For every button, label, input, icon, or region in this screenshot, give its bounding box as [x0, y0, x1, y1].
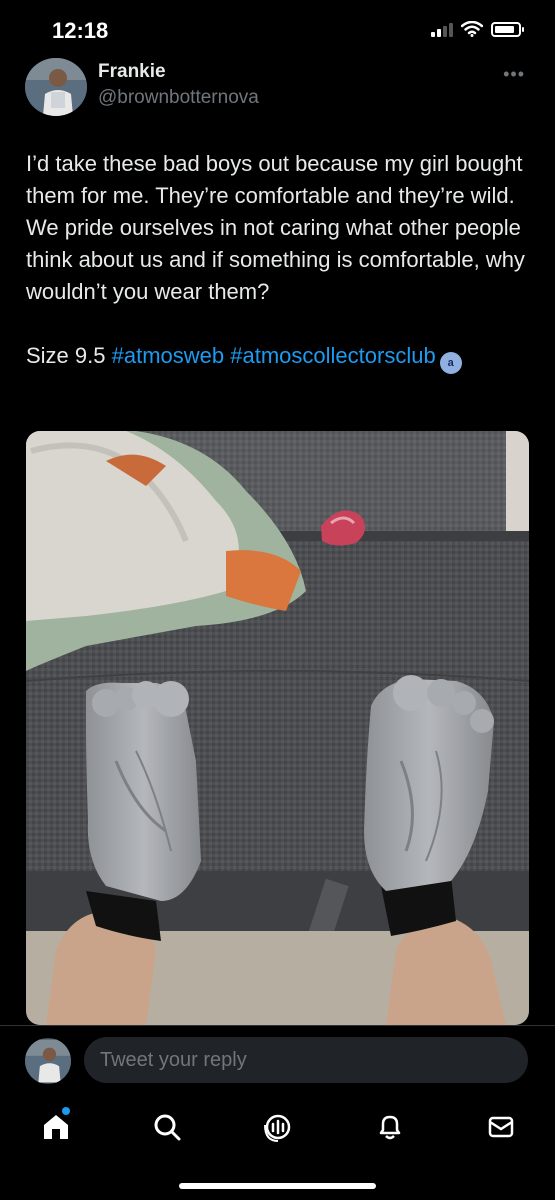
user-avatar[interactable]	[25, 1038, 71, 1084]
status-icons	[431, 21, 524, 37]
messages-icon	[488, 1116, 514, 1138]
home-indicator[interactable]	[179, 1183, 376, 1189]
status-time: 12:18	[52, 18, 109, 43]
more-options-icon[interactable]: •••	[503, 64, 525, 85]
nav-search[interactable]	[143, 1107, 191, 1147]
battery-icon	[491, 21, 524, 37]
tweet-size-line: Size 9.5 #atmosweb #atmoscollectorsclub a	[26, 340, 526, 374]
battery-level	[495, 25, 514, 33]
author-name[interactable]: Frankie	[98, 61, 166, 83]
home-notification-dot	[62, 1107, 70, 1115]
status-bar: 12:18	[0, 0, 555, 62]
search-icon	[154, 1114, 181, 1141]
spaces-icon	[264, 1114, 291, 1142]
notifications-icon	[379, 1115, 401, 1140]
nav-messages[interactable]	[477, 1107, 525, 1147]
nav-spaces[interactable]	[254, 1107, 302, 1147]
reply-bar	[0, 1025, 555, 1096]
signal-icon	[431, 21, 453, 37]
hashtag-atmosweb[interactable]: #atmosweb	[112, 343, 225, 368]
nav-notifications[interactable]	[366, 1107, 414, 1147]
author-avatar[interactable]	[25, 58, 87, 116]
tweet-photo[interactable]	[26, 431, 529, 1025]
atmos-badge-icon: a	[439, 352, 462, 374]
author-handle[interactable]: @brownbotternova	[98, 87, 259, 109]
nav-home[interactable]	[32, 1107, 80, 1147]
wifi-icon	[461, 21, 483, 37]
tweet-body: I’d take these bad boys out because my g…	[26, 151, 525, 304]
hashtag-atmoscollectorsclub[interactable]: #atmoscollectorsclub	[230, 343, 435, 368]
size-text: Size 9.5	[26, 343, 106, 368]
tweet-text: I’d take these bad boys out because my g…	[26, 148, 526, 374]
reply-input[interactable]	[84, 1037, 528, 1083]
home-icon	[44, 1115, 68, 1139]
bottom-nav	[0, 1095, 555, 1200]
